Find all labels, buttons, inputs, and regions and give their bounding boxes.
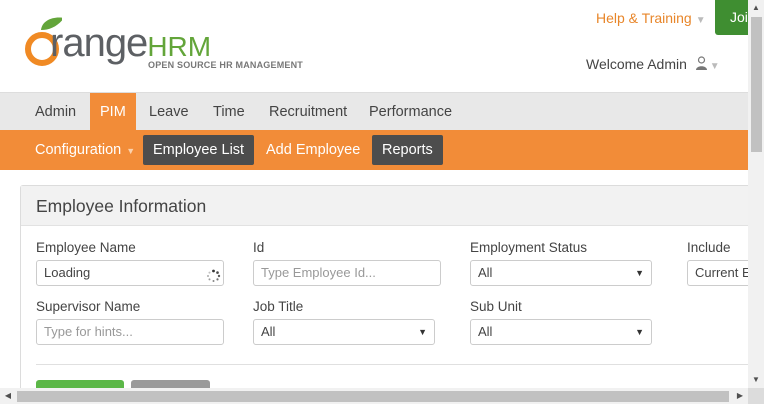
loading-spinner-icon [206,267,221,285]
job-title-label: Job Title [253,299,304,314]
chevron-down-icon: ▼ [418,327,427,337]
employee-name-input[interactable]: Loading [36,260,224,286]
welcome-label: Welcome Admin [586,56,687,72]
main-menu: Admin PIM Leave Time Recruitment Perform… [0,92,748,131]
employment-status-select[interactable]: All ▼ [470,260,652,286]
submenu-reports[interactable]: Reports [372,135,443,165]
sub-unit-label: Sub Unit [470,299,522,314]
vertical-scrollbar[interactable]: ▲ ▼ [748,0,764,388]
pim-sub-menu: Configuration ▼ Employee List Add Employe… [0,130,748,170]
panel-divider [36,364,748,365]
horizontal-scrollbar[interactable]: ◀ ▶ [0,388,748,404]
menu-item-admin[interactable]: Admin [25,93,86,131]
sub-unit-value: All [478,324,493,339]
menu-item-leave[interactable]: Leave [139,93,199,131]
chevron-down-icon: ▼ [635,327,644,337]
submenu-configuration[interactable]: Configuration ▼ [25,135,145,165]
scrollbar-corner [748,388,764,404]
scroll-up-icon[interactable]: ▲ [748,0,764,16]
job-title-value: All [261,324,276,339]
menu-item-performance[interactable]: Performance [359,93,462,131]
header: rangeHRM OPEN SOURCE HR MANAGEMENT Help … [0,0,755,92]
chevron-down-icon: ▼ [635,268,644,278]
employee-id-input[interactable]: Type Employee Id... [253,260,441,286]
help-training-link[interactable]: Help & Training ▼ [596,10,706,26]
submenu-employee-list[interactable]: Employee List [143,135,255,165]
menu-item-time[interactable]: Time [203,93,255,131]
employee-information-panel: Employee Information Employee Name Loadi… [20,185,760,404]
include-label: Include [687,240,731,255]
logo-tagline: OPEN SOURCE HR MANAGEMENT [148,60,304,70]
menu-item-recruitment[interactable]: Recruitment [259,93,357,131]
employee-name-label: Employee Name [36,240,136,255]
welcome-menu[interactable]: Welcome Admin ▼ [586,56,720,74]
menu-item-pim[interactable]: PIM [90,93,136,131]
chevron-down-icon: ▼ [695,15,706,26]
id-label: Id [253,240,265,255]
chevron-down-icon: ▼ [126,146,136,156]
vertical-scrollbar-thumb[interactable] [751,17,762,152]
logo-hrm: HRM [147,31,212,62]
supervisor-name-label: Supervisor Name [36,299,141,314]
submenu-add-employee[interactable]: Add Employee [256,135,370,165]
chevron-down-icon: ▼ [709,61,720,72]
submenu-configuration-label: Configuration [35,142,122,158]
employment-status-value: All [478,265,493,280]
include-select[interactable]: Current E [687,260,757,286]
sub-unit-select[interactable]: All ▼ [470,319,652,345]
horizontal-scrollbar-thumb[interactable] [17,391,729,402]
orangehrm-logo[interactable]: rangeHRM OPEN SOURCE HR MANAGEMENT [22,12,312,74]
job-title-select[interactable]: All ▼ [253,319,435,345]
scroll-down-icon[interactable]: ▼ [748,372,764,388]
employee-name-value: Loading [44,265,91,280]
scroll-left-icon[interactable]: ◀ [0,388,16,404]
employment-status-label: Employment Status [470,240,588,255]
logo-word: range [50,21,148,65]
user-icon [695,56,708,74]
help-training-label: Help & Training [596,10,692,26]
panel-title: Employee Information [21,186,759,226]
include-value: Current E [695,265,751,280]
supervisor-name-input[interactable]: Type for hints... [36,319,224,345]
scroll-right-icon[interactable]: ▶ [732,388,748,404]
page: rangeHRM OPEN SOURCE HR MANAGEMENT Help … [0,0,764,404]
